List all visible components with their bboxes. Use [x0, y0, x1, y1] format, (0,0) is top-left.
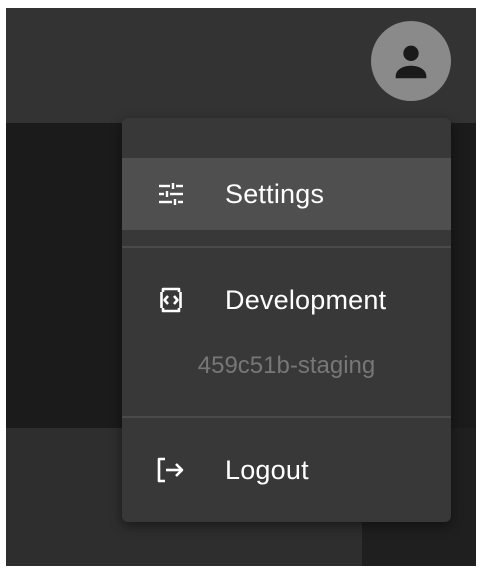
- menu-divider: [122, 246, 451, 248]
- user-avatar-button[interactable]: [371, 21, 451, 101]
- menu-item-development-label: Development: [225, 284, 387, 315]
- menu-item-settings-label: Settings: [225, 178, 325, 209]
- menu-item-development[interactable]: Development: [122, 264, 451, 336]
- tune-sliders-icon: [157, 180, 185, 208]
- person-icon: [395, 45, 427, 79]
- user-menu: Settings Development 459c51b-staging Log…: [122, 118, 451, 522]
- menu-divider: [122, 416, 451, 418]
- environment-id: 459c51b-staging: [197, 352, 376, 379]
- logout-icon: [157, 456, 185, 484]
- top-bar: [6, 8, 476, 123]
- code-bracket-icon: [157, 286, 185, 314]
- menu-item-logout[interactable]: Logout: [122, 434, 451, 506]
- menu-item-logout-label: Logout: [225, 454, 309, 485]
- menu-item-settings[interactable]: Settings: [122, 158, 451, 230]
